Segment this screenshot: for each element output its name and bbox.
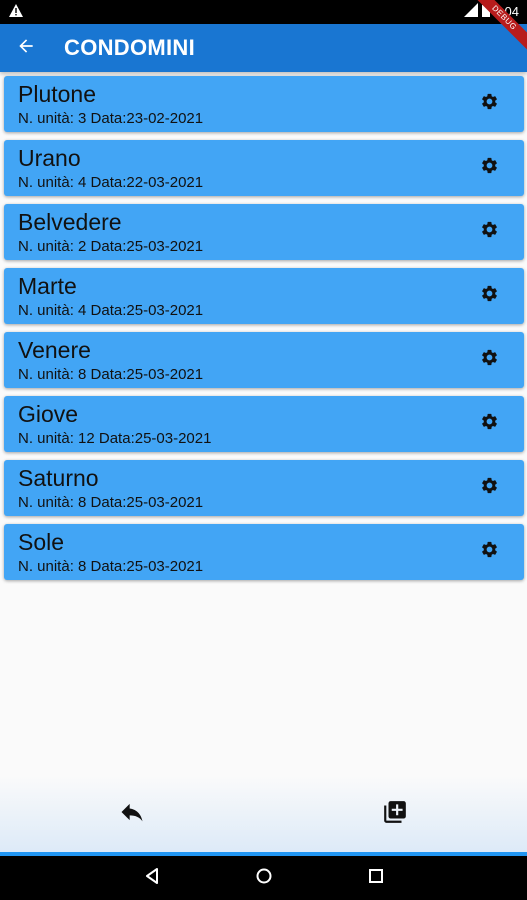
condominio-name: Giove [18, 401, 79, 427]
list-item[interactable]: Plutone N. unità: 3 Data:23-02-2021 [4, 76, 524, 132]
condominio-details: N. unità: 12 Data:25-03-2021 [18, 430, 212, 447]
settings-button[interactable] [478, 349, 500, 371]
page-title: CONDOMINI [64, 35, 196, 60]
triangle-back-icon [144, 867, 160, 889]
gear-icon [480, 412, 499, 436]
nav-home-button[interactable] [254, 868, 274, 888]
nav-recents-button[interactable] [366, 868, 386, 888]
app-bar: CONDOMINI [0, 24, 527, 72]
library-add-icon [382, 799, 408, 830]
list-item[interactable]: Saturno N. unità: 8 Data:25-03-2021 [4, 460, 524, 516]
settings-button[interactable] [478, 157, 500, 179]
condominio-name: Urano [18, 145, 81, 171]
status-time: 6:04 [493, 4, 519, 19]
undo-button[interactable] [117, 799, 147, 829]
condominio-details: N. unità: 4 Data:25-03-2021 [18, 302, 204, 319]
condomini-list: Plutone N. unità: 3 Data:23-02-2021 Uran… [4, 76, 524, 588]
status-icons: 6:04 [463, 3, 519, 20]
add-condominio-button[interactable] [380, 799, 410, 829]
condominio-details: N. unità: 2 Data:25-03-2021 [18, 238, 204, 255]
condominio-name: Venere [18, 337, 91, 363]
settings-button[interactable] [478, 221, 500, 243]
list-item[interactable]: Urano N. unità: 4 Data:22-03-2021 [4, 140, 524, 196]
list-item[interactable]: Belvedere N. unità: 2 Data:25-03-2021 [4, 204, 524, 260]
gear-icon [480, 220, 499, 244]
list-item[interactable]: Giove N. unità: 12 Data:25-03-2021 [4, 396, 524, 452]
condominio-details: N. unità: 8 Data:25-03-2021 [18, 494, 204, 511]
gear-icon [480, 92, 499, 116]
gear-icon [480, 156, 499, 180]
condominio-details: N. unità: 4 Data:22-03-2021 [18, 174, 204, 191]
circle-home-icon [256, 868, 272, 889]
nav-back-button[interactable] [142, 867, 162, 889]
settings-button[interactable] [478, 477, 500, 499]
settings-button[interactable] [478, 285, 500, 307]
list-item[interactable]: Sole N. unità: 8 Data:25-03-2021 [4, 524, 524, 580]
condominio-name: Saturno [18, 465, 99, 491]
battery-icon [481, 3, 490, 20]
settings-button[interactable] [478, 541, 500, 563]
condominio-details: N. unità: 8 Data:25-03-2021 [18, 558, 204, 575]
condominio-details: N. unità: 3 Data:23-02-2021 [18, 110, 204, 127]
condominio-name: Plutone [18, 81, 97, 107]
settings-button[interactable] [478, 93, 500, 115]
list-item[interactable]: Marte N. unità: 4 Data:25-03-2021 [4, 268, 524, 324]
warning-icon [9, 4, 23, 22]
status-bar: 6:04 [0, 0, 527, 24]
gear-icon [480, 284, 499, 308]
list-item[interactable]: Venere N. unità: 8 Data:25-03-2021 [4, 332, 524, 388]
gear-icon [480, 476, 499, 500]
condominio-name: Marte [18, 273, 77, 299]
reply-icon [118, 798, 146, 831]
settings-button[interactable] [478, 413, 500, 435]
condominio-name: Sole [18, 529, 65, 555]
back-button[interactable] [2, 24, 50, 72]
condominio-details: N. unità: 8 Data:25-03-2021 [18, 366, 204, 383]
system-nav-bar [0, 856, 527, 900]
square-recents-icon [369, 868, 383, 888]
gear-icon [480, 540, 499, 564]
gear-icon [480, 348, 499, 372]
signal-icon [463, 3, 478, 20]
bottom-bar [0, 776, 527, 852]
condominio-name: Belvedere [18, 209, 122, 235]
arrow-back-icon [16, 36, 36, 61]
